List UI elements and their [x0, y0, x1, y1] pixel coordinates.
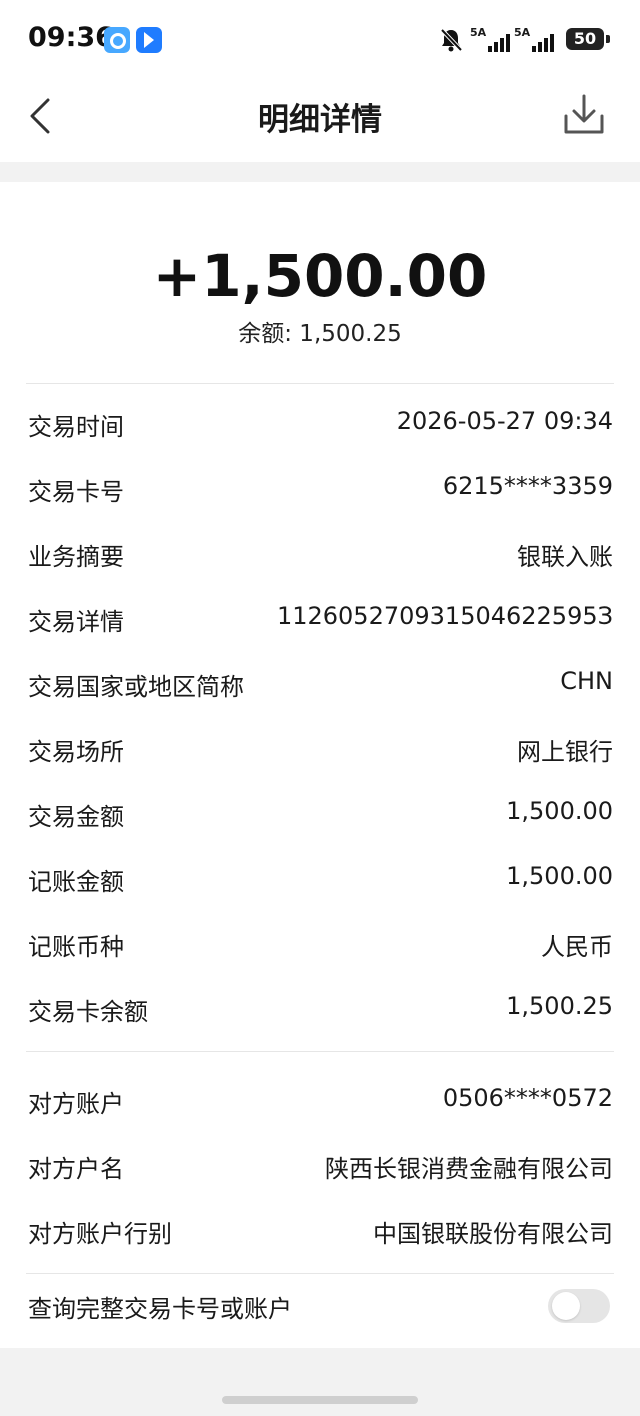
signal-strength-icon-2: 5A	[514, 26, 554, 54]
detail-row-venue: 交易场所 网上银行	[0, 718, 640, 783]
detail-value: 银联入账	[517, 543, 613, 571]
detail-value: CHN	[560, 667, 613, 695]
counterparty-label: 对方户名	[28, 1155, 124, 1183]
counterparty-row-account: 对方账户 0506****0572	[0, 1070, 640, 1135]
signal-label-2: 5A	[514, 26, 531, 39]
detail-row-posted-amount: 记账金额 1,500.00	[0, 848, 640, 913]
detail-label: 记账币种	[28, 933, 124, 961]
query-full-number-row: 查询完整交易卡号或账户	[0, 1275, 640, 1340]
detail-value: 6215****3359	[442, 472, 613, 500]
transaction-detail-card: +1,500.00 余额: 1,500.25 交易时间 2026-05-27 0…	[0, 182, 640, 1348]
detail-row-transaction-amount: 交易金额 1,500.00	[0, 783, 640, 848]
detail-row-card-number: 交易卡号 6215****3359	[0, 458, 640, 523]
battery-icon: 50	[566, 28, 604, 50]
battery-tip	[606, 35, 610, 43]
counterparty-value: 0506****0572	[442, 1084, 613, 1112]
detail-label: 交易金额	[28, 803, 124, 831]
detail-value: 2026-05-27 09:34	[396, 407, 613, 435]
counterparty-label: 对方账户行别	[28, 1220, 172, 1248]
counterparty-label: 对方账户	[28, 1090, 124, 1118]
navigation-header: 明细详情	[0, 80, 640, 162]
detail-label: 交易卡余额	[28, 998, 148, 1026]
status-bar: 09:36 5A 5A 50	[0, 0, 640, 80]
divider	[26, 383, 614, 384]
detail-row-currency: 记账币种 人民币	[0, 913, 640, 978]
detail-label: 业务摘要	[28, 543, 124, 571]
detail-row-transaction-detail: 交易详情 112605270931504622595З	[0, 588, 640, 653]
detail-row-country: 交易国家或地区简称 CHN	[0, 653, 640, 718]
counterparty-value: 陕西长银消费金融有限公司	[325, 1155, 613, 1183]
home-indicator[interactable]	[222, 1396, 418, 1404]
detail-row-summary: 业务摘要 银联入账	[0, 523, 640, 588]
transaction-amount: +1,500.00	[152, 242, 488, 310]
divider	[26, 1273, 614, 1274]
mute-bell-icon	[440, 28, 462, 52]
detail-value: 网上银行	[517, 738, 613, 766]
status-time: 09:36	[28, 22, 114, 53]
query-label: 查询完整交易卡号或账户	[28, 1295, 292, 1323]
detail-label: 交易时间	[28, 413, 124, 441]
status-indicators: 5A 5A 50	[440, 24, 610, 56]
detail-label: 交易卡号	[28, 478, 124, 506]
divider	[26, 1051, 614, 1052]
detail-label: 记账金额	[28, 868, 124, 896]
toggle-knob	[552, 1292, 580, 1320]
counterparty-row-name: 对方户名 陕西长银消费金融有限公司	[0, 1135, 640, 1200]
download-icon[interactable]	[562, 92, 606, 138]
detail-value: 人民币	[541, 933, 613, 961]
balance-text: 余额: 1,500.25	[238, 321, 402, 347]
app-notification-icon	[104, 27, 130, 53]
detail-value: 112605270931504622595З	[276, 602, 613, 630]
signal-label: 5A	[470, 26, 487, 39]
counterparty-row-bank: 对方账户行别 中国银联股份有限公司	[0, 1200, 640, 1265]
detail-label: 交易详情	[28, 608, 124, 636]
detail-value: 1,500.00	[506, 862, 613, 890]
detail-value: 1,500.25	[506, 992, 613, 1020]
query-full-number-toggle[interactable]	[548, 1289, 610, 1323]
signal-strength-icon: 5A	[470, 26, 510, 54]
detail-row-transaction-time: 交易时间 2026-05-27 09:34	[0, 393, 640, 458]
app-notification-icon-2	[136, 27, 162, 53]
counterparty-value: 中国银联股份有限公司	[373, 1220, 613, 1248]
detail-label: 交易国家或地区简称	[28, 673, 244, 701]
page-title: 明细详情	[258, 102, 382, 138]
detail-label: 交易场所	[28, 738, 124, 766]
detail-row-card-balance: 交易卡余额 1,500.25	[0, 978, 640, 1043]
detail-value: 1,500.00	[506, 797, 613, 825]
